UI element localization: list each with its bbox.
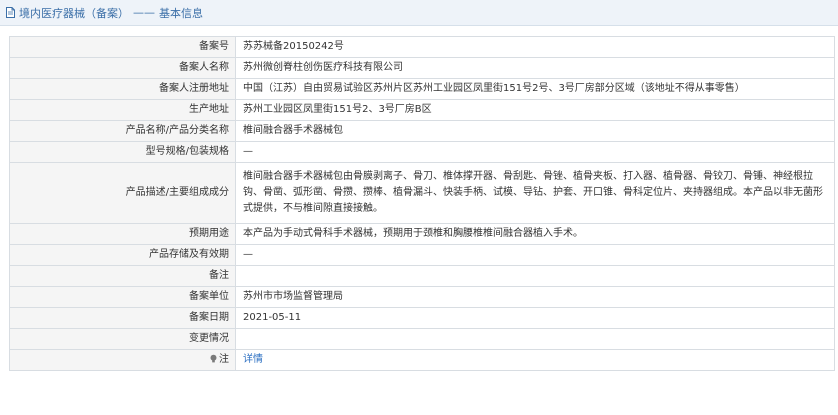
row-label: 备案号 <box>9 36 236 58</box>
page-header: 境内医疗器械（备案） —— 基本信息 <box>0 0 838 26</box>
row-value: 苏苏械备20150242号 <box>235 36 835 58</box>
note-label: 注 <box>219 354 229 365</box>
row-label: 产品名称/产品分类名称 <box>9 120 236 142</box>
info-table: 备案号 苏苏械备20150242号 备案人名称 苏州微创脊柱创伤医疗科技有限公司… <box>9 36 835 371</box>
row-label: 产品描述/主要组成成分 <box>9 162 236 224</box>
table-row: 生产地址 苏州工业园区凤里街151号2、3号厂房B区 <box>9 99 835 121</box>
row-value: 椎间融合器手术器械包 <box>235 120 835 142</box>
table-row: 备案日期 2021-05-11 <box>9 307 835 329</box>
bulb-icon <box>209 354 218 363</box>
table-row: 产品描述/主要组成成分 椎间融合器手术器械包由骨膜剥离子、骨刀、椎体撑开器、骨刮… <box>9 162 835 224</box>
row-label: 备案日期 <box>9 307 236 329</box>
row-value: 苏州工业园区凤里街151号2、3号厂房B区 <box>235 99 835 121</box>
row-value: — <box>235 244 835 266</box>
row-value: 椎间融合器手术器械包由骨膜剥离子、骨刀、椎体撑开器、骨刮匙、骨锉、植骨夹板、打入… <box>235 162 835 224</box>
table-row: 备案单位 苏州市市场监督管理局 <box>9 286 835 308</box>
note-value-cell: 详情 <box>235 349 835 371</box>
info-table-container: 备案号 苏苏械备20150242号 备案人名称 苏州微创脊柱创伤医疗科技有限公司… <box>9 36 835 371</box>
row-label: 生产地址 <box>9 99 236 121</box>
row-value: 中国（江苏）自由贸易试验区苏州片区苏州工业园区凤里街151号2号、3号厂房部分区… <box>235 78 835 100</box>
row-value: — <box>235 141 835 163</box>
table-row-note: 注 详情 <box>9 349 835 371</box>
row-value <box>235 265 835 287</box>
note-label-cell: 注 <box>9 349 236 371</box>
table-row: 备案人名称 苏州微创脊柱创伤医疗科技有限公司 <box>9 57 835 79</box>
table-row: 变更情况 <box>9 328 835 350</box>
row-label: 备案单位 <box>9 286 236 308</box>
row-label: 变更情况 <box>9 328 236 350</box>
row-value <box>235 328 835 350</box>
details-link[interactable]: 详情 <box>243 354 263 365</box>
table-row: 产品存储及有效期 — <box>9 244 835 266</box>
row-label: 产品存储及有效期 <box>9 244 236 266</box>
header-subtitle: 基本信息 <box>159 6 203 20</box>
row-value: 2021-05-11 <box>235 307 835 329</box>
row-label: 备案人注册地址 <box>9 78 236 100</box>
table-row: 备案号 苏苏械备20150242号 <box>9 36 835 58</box>
table-row: 预期用途 本产品为手动式骨科手术器械，预期用于颈椎和胸腰椎椎间融合器植入手术。 <box>9 223 835 245</box>
row-label: 备注 <box>9 265 236 287</box>
table-row: 备案人注册地址 中国（江苏）自由贸易试验区苏州片区苏州工业园区凤里街151号2号… <box>9 78 835 100</box>
table-row: 产品名称/产品分类名称 椎间融合器手术器械包 <box>9 120 835 142</box>
header-separator: —— <box>133 6 155 19</box>
table-row: 型号规格/包装规格 — <box>9 141 835 163</box>
row-value: 苏州市市场监督管理局 <box>235 286 835 308</box>
header-title: 境内医疗器械（备案） <box>19 6 129 20</box>
row-value: 苏州微创脊柱创伤医疗科技有限公司 <box>235 57 835 79</box>
row-label: 型号规格/包装规格 <box>9 141 236 163</box>
document-icon <box>6 7 15 18</box>
row-label: 备案人名称 <box>9 57 236 79</box>
table-row: 备注 <box>9 265 835 287</box>
row-label: 预期用途 <box>9 223 236 245</box>
row-value: 本产品为手动式骨科手术器械，预期用于颈椎和胸腰椎椎间融合器植入手术。 <box>235 223 835 245</box>
